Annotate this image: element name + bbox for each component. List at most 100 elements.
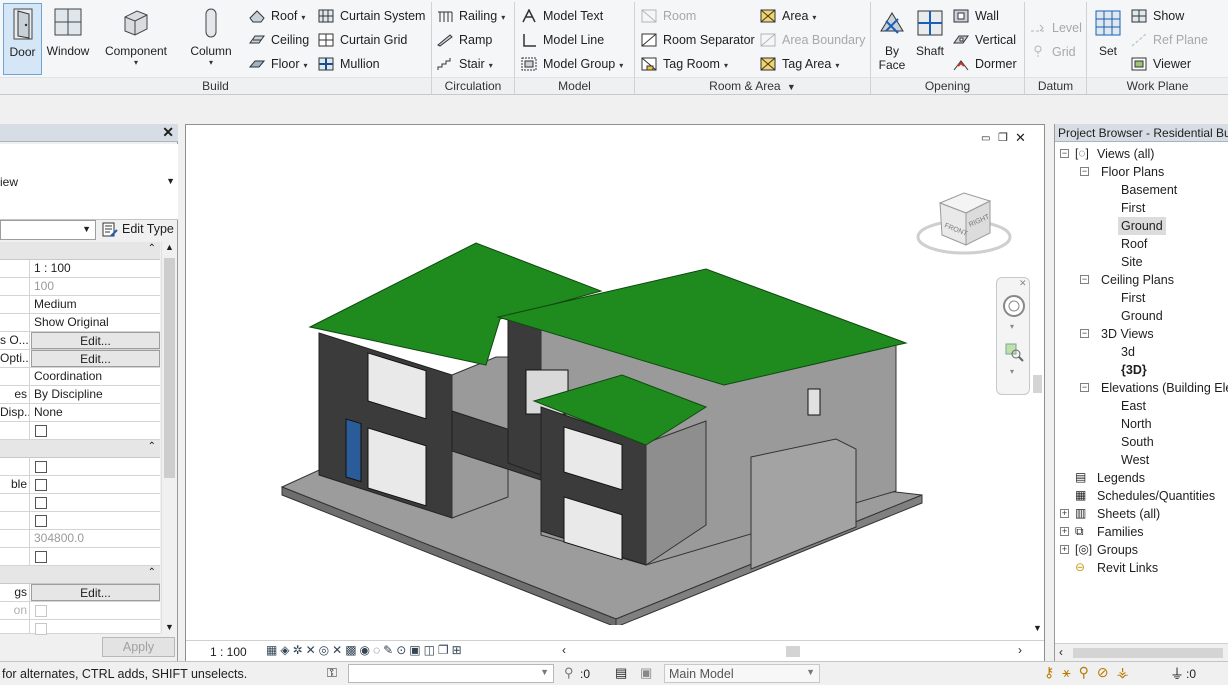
tree-floor-plans[interactable]: Floor Plans [1101,163,1164,181]
close-navbar-icon[interactable]: ✕ [1019,278,1027,289]
tree-floor-plan-ground[interactable]: Ground [1118,217,1166,235]
scroll-left-icon[interactable]: ‹ [562,643,566,657]
discipline-value[interactable]: Coordination [31,368,160,385]
scroll-thumb[interactable] [164,258,175,478]
view-scale-label[interactable]: 1 : 100 [210,645,247,659]
filter-icon[interactable]: ⏚ [1170,664,1184,684]
area-boundary-button[interactable]: Area Boundary [760,30,865,50]
stair-button[interactable]: Stair ▾ [437,54,493,74]
tag-area-button[interactable]: Tag Area ▾ [760,54,839,74]
ramp-button[interactable]: Ramp [437,30,492,50]
tree-schedules[interactable]: Schedules/Quantities [1097,487,1215,505]
tree-elevation-west[interactable]: West [1121,451,1149,469]
property-checkbox[interactable] [35,461,47,473]
column-button[interactable]: Column ▾ [186,3,236,75]
tree-3d-views[interactable]: 3D Views [1101,325,1154,343]
selection-options-icons[interactable]: ⚷⚹⚲⊘⚶ [1044,664,1137,681]
view-scale-value[interactable]: 1 : 100 [31,260,160,277]
view-control-icons[interactable]: ▦◈✲✕◎✕▩◉◌✎⊙▣◫❐⊞ [266,643,465,657]
vertical-opening-button[interactable]: Vertical [953,30,1016,50]
floor-button[interactable]: Floor ▾ [249,54,308,74]
ref-plane-button[interactable]: Ref Plane [1131,30,1208,50]
show-workplane-button[interactable]: Show [1131,6,1184,26]
tree-families[interactable]: Families [1097,523,1144,541]
vertical-scroll-thumb[interactable] [1033,375,1042,393]
curtain-system-button[interactable]: Curtain System [318,6,425,26]
dormer-button[interactable]: Dormer [953,54,1017,74]
tree-floor-plan-site[interactable]: Site [1121,253,1143,271]
graphic-edit-button[interactable]: Edit... [31,350,160,367]
tree-floor-plan-basement[interactable]: Basement [1121,181,1177,199]
datum-panel-title[interactable]: Datum [1025,77,1086,94]
roof-button[interactable]: Roof ▾ [249,6,305,26]
railing-button[interactable]: Railing ▾ [437,6,505,26]
property-checkbox[interactable] [35,497,47,509]
extents-group-header[interactable]: ⌃ [0,440,160,458]
graphics-group-header[interactable]: ⌃ [0,242,160,260]
zoom-region-icon[interactable] [1004,342,1024,362]
set-workplane-button[interactable]: Set [1090,3,1126,75]
chevron-down-icon[interactable]: ▾ [1010,367,1014,376]
tree-groups[interactable]: Groups [1097,541,1138,559]
default-display-value[interactable]: None [31,404,160,421]
tree-sheets[interactable]: Sheets (all) [1097,505,1160,523]
ceiling-button[interactable]: Ceiling [249,30,309,50]
detail-level-value[interactable]: Medium [31,296,160,313]
steering-wheel-icon[interactable] [1002,294,1026,318]
restore-icon[interactable]: ❐ [998,131,1008,144]
type-selector[interactable]: iew ▼ [0,144,178,220]
circulation-panel-title[interactable]: Circulation [432,77,514,94]
tree-floor-plan-first[interactable]: First [1121,199,1145,217]
model-panel-title[interactable]: Model [515,77,634,94]
show-hidden-value[interactable]: By Discipline [31,386,160,403]
parts-visibility-value[interactable]: Show Original [31,314,160,331]
tree-elevation-south[interactable]: South [1121,433,1154,451]
3d-viewport[interactable]: ▭ ❐ ✕ FRONT RIGHT ✕ ▾ ▾ 1: 100 ▦◈✲✕◎✕▩◉… [185,124,1045,661]
collapse-icon[interactable]: − [1080,167,1089,176]
tree-floor-plan-roof[interactable]: Roof [1121,235,1147,253]
close-icon[interactable]: ✕ [162,124,174,141]
expand-icon[interactable]: + [1060,545,1069,554]
instance-filter-select[interactable]: ▼ [0,220,96,240]
worksets-icon[interactable]: ⚿ [327,665,337,681]
window-button[interactable]: Window [44,3,92,75]
tree-elevation-east[interactable]: East [1121,397,1146,415]
shaft-button[interactable]: Shaft [912,3,948,75]
model-line-button[interactable]: Model Line [521,30,604,50]
camera-group-header[interactable]: ⌃ [0,566,160,584]
mullion-button[interactable]: Mullion [318,54,380,74]
tree-legends[interactable]: Legends [1097,469,1145,487]
collapse-icon[interactable]: − [1080,383,1089,392]
tree-elevations[interactable]: Elevations (Building Elev [1101,379,1228,397]
expand-icon[interactable]: + [1060,527,1069,536]
opening-panel-title[interactable]: Opening [871,77,1024,94]
properties-scrollbar[interactable]: ▲ ▼ [161,242,177,634]
tree-ceiling-plan-ground[interactable]: Ground [1121,307,1163,325]
design-options-icon[interactable]: ⚲ [564,665,574,681]
door-button[interactable]: Door [3,3,42,75]
minimize-icon[interactable]: ▭ [981,133,990,144]
property-checkbox[interactable] [35,425,47,437]
close-view-icon[interactable]: ✕ [1015,130,1026,146]
apply-button[interactable]: Apply [102,637,175,657]
tree-elevation-north[interactable]: North [1121,415,1152,433]
horizontal-scroll-thumb[interactable] [786,646,800,657]
tree-revit-links[interactable]: Revit Links [1097,559,1158,577]
wall-opening-button[interactable]: Wall [953,6,999,26]
build-panel-title[interactable]: Build [0,77,431,94]
area-button[interactable]: Area ▾ [760,6,816,26]
tree-ceiling-plans[interactable]: Ceiling Plans [1101,271,1174,289]
design-option-icon[interactable]: ▣ [640,665,652,681]
design-option-select[interactable]: Main Model ▼ [664,664,820,683]
curtain-grid-button[interactable]: Curtain Grid [318,30,407,50]
grid-button[interactable]: Grid [1030,42,1076,62]
by-face-button[interactable]: By Face [874,3,910,75]
viewer-button[interactable]: Viewer [1131,54,1191,74]
model-group-button[interactable]: Model Group ▾ [521,54,623,74]
scroll-down-icon[interactable]: ▼ [165,622,174,632]
scroll-down-icon[interactable]: ▼ [1033,623,1042,633]
collapse-icon[interactable]: − [1080,275,1089,284]
browser-horizontal-scrollbar[interactable]: ‹ [1055,643,1228,661]
scroll-up-icon[interactable]: ▲ [165,242,174,252]
tree-ceiling-plan-first[interactable]: First [1121,289,1145,307]
